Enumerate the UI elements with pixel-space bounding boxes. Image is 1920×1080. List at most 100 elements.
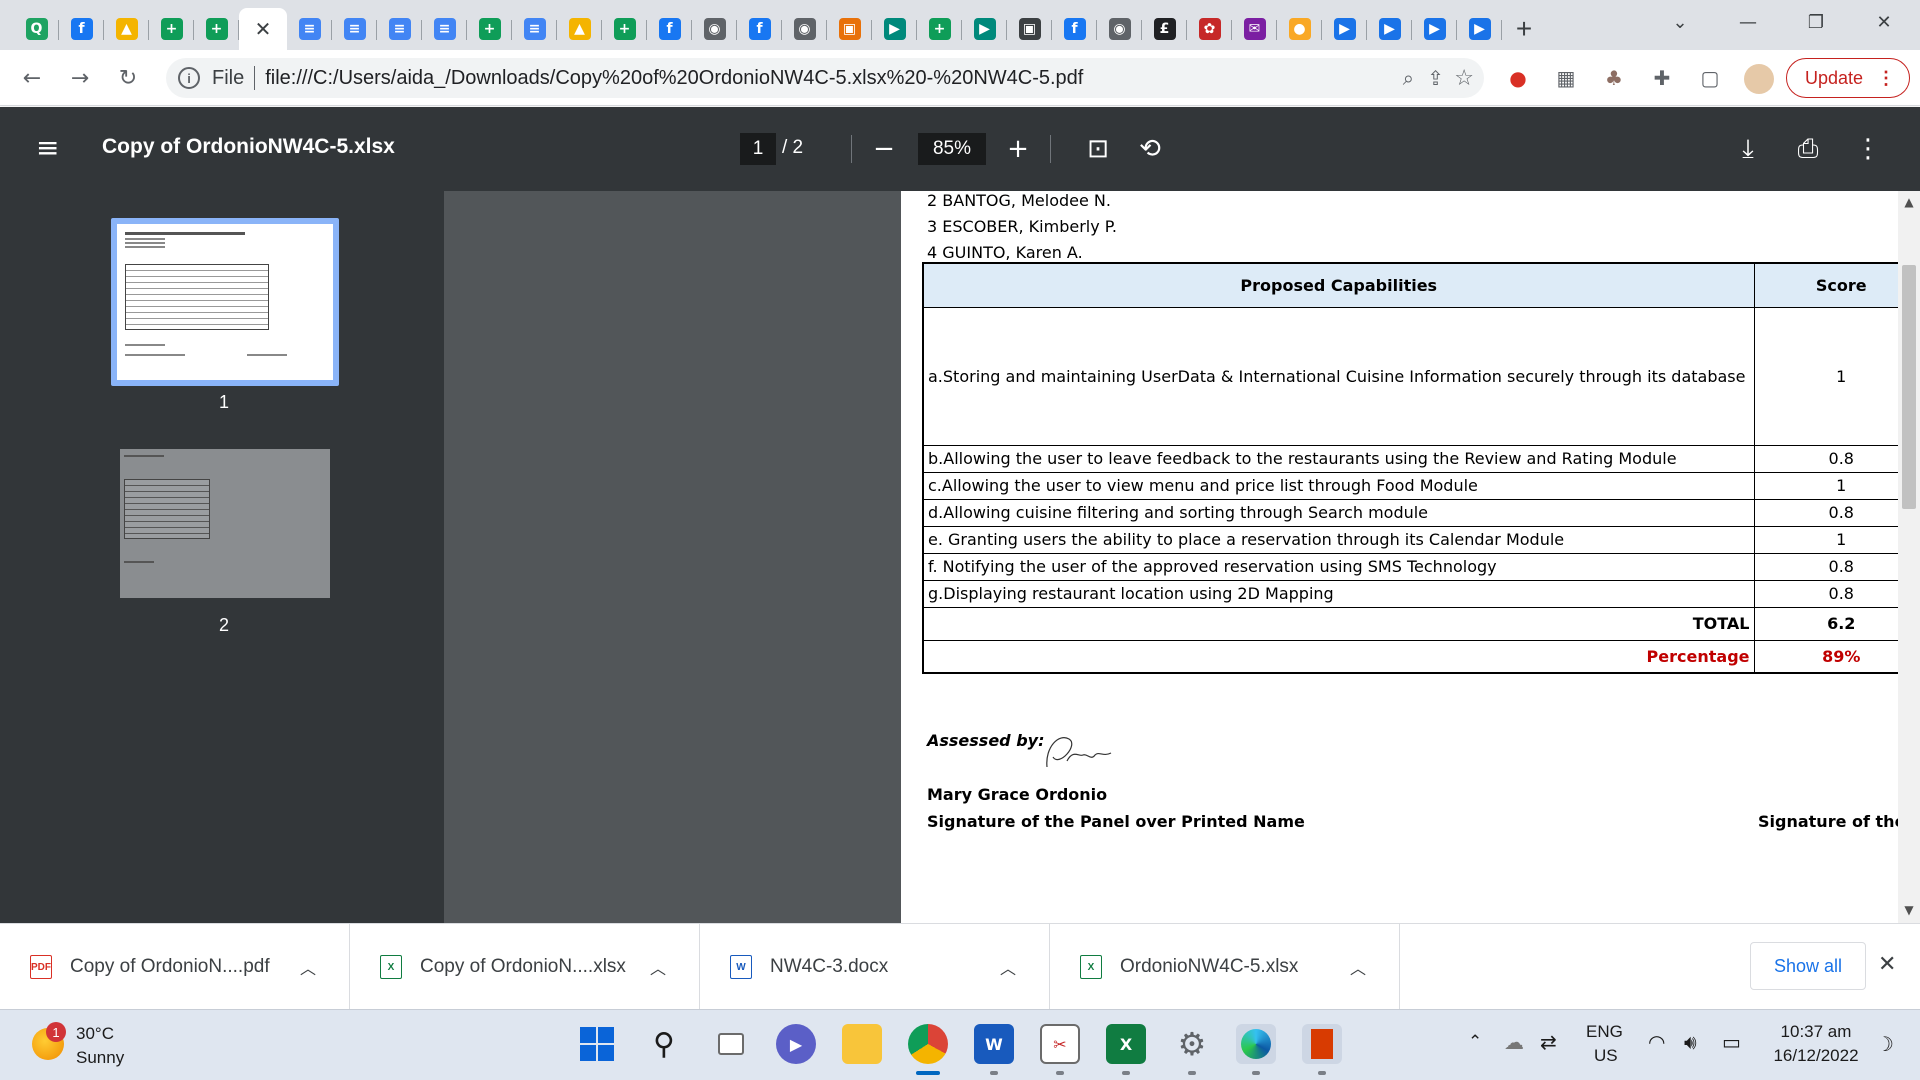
download-options-chevron-icon[interactable]: ︿ [1350, 955, 1366, 979]
tab[interactable]: ≡ [512, 8, 557, 50]
address-bar[interactable]: i File file:///C:/Users/aida_/Downloads/… [166, 58, 1484, 98]
profile-avatar[interactable] [1744, 64, 1774, 94]
download-options-chevron-icon[interactable]: ︿ [650, 955, 666, 979]
page-number-input[interactable]: 1 [740, 133, 776, 165]
scrollbar-thumb[interactable] [1902, 265, 1916, 509]
language-top[interactable]: ENG [1586, 1022, 1623, 1042]
tab[interactable]: ▶ [1322, 8, 1367, 50]
tab[interactable]: ≡ [287, 8, 332, 50]
download-item[interactable]: X Copy of OrdonioN....xlsx ︿ [350, 924, 700, 1010]
document-scrollbar[interactable]: ▲ ▼ [1898, 191, 1920, 923]
tab-search-icon[interactable]: ⌄ [1652, 0, 1708, 44]
downloads-close-icon[interactable]: ✕ [1878, 952, 1896, 977]
zoom-icon[interactable]: ⌕ [1403, 66, 1414, 90]
weather-description[interactable]: Sunny [76, 1048, 124, 1068]
clock-time[interactable]: 10:37 am [1764, 1022, 1868, 1042]
document-viewport[interactable]: 2 BANTOG, Melodee N. 3 ESCOBER, Kimberly… [444, 191, 1898, 923]
extension-owl-icon[interactable]: ♣ [1600, 64, 1628, 92]
fit-page-icon[interactable]: ⊡ [1080, 131, 1116, 167]
clock-date[interactable]: 16/12/2022 [1764, 1046, 1868, 1066]
onedrive-cloud-icon[interactable]: ☁ [1504, 1030, 1524, 1054]
office-icon[interactable] [1302, 1024, 1342, 1064]
thumbnail-page-2[interactable] [120, 449, 330, 598]
tab[interactable]: ▣ [827, 8, 872, 50]
forward-icon[interactable]: → [64, 62, 96, 94]
tab-active[interactable]: ✕ [239, 8, 287, 50]
tab[interactable]: ◉ [692, 8, 737, 50]
site-info-icon[interactable]: i [178, 67, 200, 89]
zoom-in-icon[interactable]: + [1000, 131, 1036, 167]
excel-icon[interactable]: X [1106, 1024, 1146, 1064]
chrome-icon[interactable] [908, 1024, 948, 1064]
back-icon[interactable]: ← [16, 62, 48, 94]
file-explorer-icon[interactable] [842, 1024, 882, 1064]
tab[interactable]: f [1052, 8, 1097, 50]
tab[interactable]: ▶ [1457, 8, 1502, 50]
rotate-icon[interactable]: ⟲ [1132, 131, 1168, 167]
tab[interactable]: ● [1277, 8, 1322, 50]
tab[interactable]: ✉ [1232, 8, 1277, 50]
extension-grid-icon[interactable]: ▦ [1552, 64, 1580, 92]
tab[interactable]: + [149, 8, 194, 50]
tab-close-icon[interactable]: ✕ [255, 17, 272, 42]
edge-icon[interactable] [1236, 1024, 1276, 1064]
print-icon[interactable]: ⎙ [1790, 131, 1826, 167]
side-panel-icon[interactable]: ▢ [1696, 64, 1724, 92]
tab[interactable]: £ [1142, 8, 1187, 50]
download-options-chevron-icon[interactable]: ︿ [1000, 955, 1016, 979]
sidebar-menu-icon[interactable]: ≡ [36, 133, 66, 163]
thumbnail-page-1[interactable] [117, 224, 333, 380]
scroll-down-icon[interactable]: ▼ [1898, 903, 1920, 917]
word-icon[interactable]: W [974, 1024, 1014, 1064]
tab[interactable]: ◉ [782, 8, 827, 50]
volume-icon[interactable]: 🔊︎ [1684, 1030, 1697, 1054]
pdf-more-icon[interactable]: ⋮ [1850, 131, 1886, 167]
scroll-up-icon[interactable]: ▲ [1898, 195, 1920, 209]
extensions-puzzle-icon[interactable]: ✚ [1648, 64, 1676, 92]
download-options-chevron-icon[interactable]: ︿ [300, 955, 316, 979]
tab[interactable]: ✿ [1187, 8, 1232, 50]
sync-icon[interactable]: ⇄ [1540, 1030, 1557, 1054]
tab[interactable]: ▶ [872, 8, 917, 50]
search-icon[interactable]: ⚲ [644, 1024, 684, 1064]
tray-overflow-icon[interactable]: ⌃ [1468, 1032, 1482, 1052]
tab[interactable]: ▶ [1412, 8, 1457, 50]
start-button[interactable] [577, 1024, 617, 1064]
tab[interactable]: ▶ [962, 8, 1007, 50]
extension-red-icon[interactable]: ● [1504, 64, 1532, 92]
show-all-button[interactable]: Show all [1750, 942, 1866, 990]
tab[interactable]: + [194, 8, 239, 50]
tab[interactable]: ▲ [557, 8, 602, 50]
url-text[interactable]: file:///C:/Users/aida_/Downloads/Copy%20… [265, 67, 1083, 90]
tab[interactable]: ▲ [104, 8, 149, 50]
reload-icon[interactable]: ↻ [112, 62, 144, 94]
tab[interactable]: + [917, 8, 962, 50]
tab[interactable]: ▣ [1007, 8, 1052, 50]
task-view-icon[interactable] [711, 1024, 751, 1064]
wifi-icon[interactable]: ◠ [1648, 1030, 1665, 1054]
restore-icon[interactable]: ❐ [1788, 0, 1844, 44]
minimize-icon[interactable]: — [1720, 0, 1776, 44]
tab[interactable]: f [737, 8, 782, 50]
language-bottom[interactable]: US [1594, 1046, 1618, 1066]
settings-icon[interactable]: ⚙ [1172, 1024, 1212, 1064]
window-close-icon[interactable]: ✕ [1856, 0, 1912, 44]
tab[interactable]: f [647, 8, 692, 50]
zoom-out-icon[interactable]: − [866, 131, 902, 167]
tab[interactable]: ≡ [377, 8, 422, 50]
notifications-moon-icon[interactable]: ☽ [1876, 1032, 1894, 1056]
download-item[interactable]: W NW4C-3.docx ︿ [700, 924, 1050, 1010]
tab[interactable]: + [467, 8, 512, 50]
teams-chat-icon[interactable]: ▶ [776, 1024, 816, 1064]
tab[interactable]: Q [14, 8, 59, 50]
battery-icon[interactable]: ▭ [1722, 1030, 1741, 1054]
tab[interactable]: ◉ [1097, 8, 1142, 50]
share-icon[interactable]: ⇪ [1427, 66, 1444, 90]
weather-temperature[interactable]: 30°C [76, 1024, 114, 1044]
tab[interactable]: ≡ [422, 8, 467, 50]
download-item[interactable]: X OrdonioNW4C-5.xlsx ︿ [1050, 924, 1400, 1010]
tab[interactable]: ▶ [1367, 8, 1412, 50]
snipping-tool-icon[interactable]: ✂ [1040, 1024, 1080, 1064]
tab[interactable]: f [59, 8, 104, 50]
zoom-input[interactable]: 85% [918, 133, 986, 165]
